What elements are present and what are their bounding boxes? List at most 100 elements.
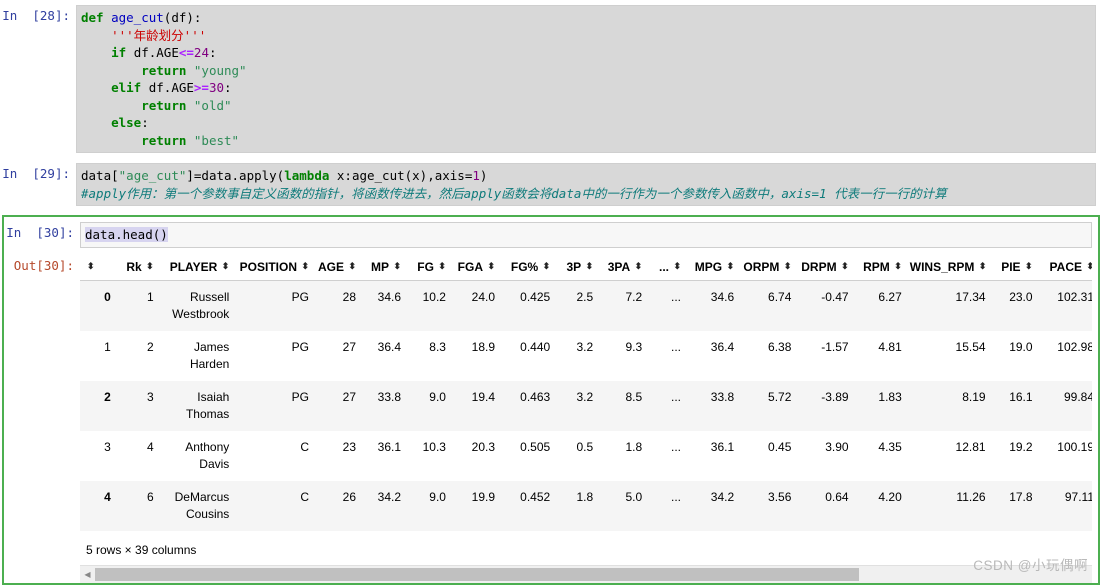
- cell-3pa: 7.2: [597, 280, 647, 331]
- header-col-position[interactable]: POSITION ⬍: [233, 254, 314, 281]
- header-label: FG: [417, 259, 434, 274]
- header-col-fga[interactable]: FGA ⬍: [449, 254, 500, 281]
- cell-wins-rpm: 11.26: [905, 480, 990, 531]
- selected-cell-group[interactable]: In [30]: data.head() Out[30]: ⬍ Rk ⬍ PLA…: [2, 215, 1100, 585]
- cell-fga: 24.0: [449, 280, 500, 331]
- cell-rk: 2: [114, 330, 158, 381]
- header-label: PACE: [1049, 259, 1082, 274]
- header-label: POSITION: [239, 259, 298, 274]
- sort-icon[interactable]: ⬍: [1024, 261, 1033, 271]
- sort-icon[interactable]: ⬍: [437, 261, 446, 271]
- header-label: WINS_RPM: [909, 259, 975, 274]
- header-col-3p[interactable]: 3P ⬍: [554, 254, 598, 281]
- sort-icon[interactable]: ⬍: [220, 261, 230, 271]
- header-col-mp[interactable]: MP ⬍: [360, 254, 405, 281]
- sort-icon[interactable]: ⬍: [633, 261, 643, 271]
- cell-rpm: 4.20: [852, 480, 906, 531]
- notebook-cell-30[interactable]: In [30]: data.head(): [4, 217, 1098, 253]
- header-col-mpg[interactable]: MPG ⬍: [685, 254, 739, 281]
- sort-icon[interactable]: ⬍: [541, 261, 551, 271]
- table-row[interactable]: 4 6 DeMarcus Cousins C 26 34.2 9.0 19.9 …: [80, 480, 1092, 531]
- sort-icon[interactable]: ⬍: [392, 261, 401, 271]
- sort-icon[interactable]: ⬍: [725, 261, 735, 271]
- sort-icon[interactable]: ⬍: [893, 261, 902, 271]
- sort-icon[interactable]: ⬍: [977, 261, 987, 271]
- cell-rk: 3: [114, 380, 158, 431]
- notebook-cell-29[interactable]: In [29]: data["age_cut"]=data.apply(lamb…: [0, 158, 1102, 211]
- header-col-wins-rpm[interactable]: WINS_RPM ⬍: [905, 254, 990, 281]
- dataframe-table: ⬍ Rk ⬍ PLAYER ⬍ POSITION ⬍ AGE ⬍ MP ⬍ FG ⬍ FGA…: [80, 254, 1092, 531]
- cell-3pa: 9.3: [597, 330, 647, 381]
- cell-ellipsis: ...: [646, 380, 685, 431]
- sort-icon[interactable]: ⬍: [1085, 261, 1092, 271]
- header-col-pie[interactable]: PIE ⬍: [989, 254, 1037, 281]
- sort-icon[interactable]: ⬍: [300, 261, 309, 271]
- scrollbar-thumb[interactable]: [95, 567, 860, 581]
- code-editor-28[interactable]: def age_cut(df): '''年龄划分''' if df.AGE<=2…: [76, 5, 1096, 153]
- sort-icon[interactable]: ⬍: [672, 261, 681, 271]
- header-col-pace[interactable]: PACE ⬍: [1036, 254, 1092, 281]
- sort-icon[interactable]: ⬍: [584, 261, 594, 271]
- scroll-left-arrow-icon[interactable]: ◀: [80, 566, 95, 582]
- cell-3p: 3.2: [554, 330, 598, 381]
- cell-fg: 9.0: [405, 480, 450, 531]
- output-prompt-30: Out[30]:: [13, 257, 74, 273]
- header-col-ellipsis[interactable]: ... ⬍: [646, 254, 685, 281]
- cell-drpm: -1.57: [795, 330, 853, 381]
- cell-pace: 102.98: [1036, 330, 1092, 381]
- code-editor-30[interactable]: data.head(): [80, 222, 1092, 248]
- cell-position: PG: [233, 380, 314, 431]
- header-col-fgpct[interactable]: FG% ⬍: [499, 254, 555, 281]
- header-col-fg[interactable]: FG ⬍: [405, 254, 450, 281]
- scrollbar-track[interactable]: [95, 567, 1092, 581]
- cell-mpg: 34.6: [685, 280, 739, 331]
- horizontal-scrollbar[interactable]: ◀: [80, 564, 1092, 583]
- cell-drpm: -3.89: [795, 380, 853, 431]
- cell-mpg: 34.2: [685, 480, 739, 531]
- cell-wins-rpm: 15.54: [905, 330, 990, 381]
- header-label: FGA: [457, 259, 484, 274]
- sort-icon[interactable]: ⬍: [840, 261, 849, 271]
- header-col-3pa[interactable]: 3PA ⬍: [597, 254, 647, 281]
- header-col-age[interactable]: AGE ⬍: [313, 254, 361, 281]
- header-col-drpm[interactable]: DRPM ⬍: [795, 254, 853, 281]
- cell-3p: 0.5: [554, 430, 598, 481]
- cell-player: James Harden: [157, 330, 234, 381]
- table-row[interactable]: 1 2 James Harden PG 27 36.4 8.3 18.9 0.4…: [80, 330, 1092, 381]
- code-content-30: data.head(): [85, 226, 1087, 244]
- header-col-orpm[interactable]: ORPM ⬍: [738, 254, 796, 281]
- header-label: Rk: [126, 259, 142, 274]
- cell-position: PG: [233, 330, 314, 381]
- cell-age: 23: [313, 430, 361, 481]
- sort-icon[interactable]: ⬍: [486, 261, 495, 271]
- code-editor-29[interactable]: data["age_cut"]=data.apply(lambda x:age_…: [76, 163, 1096, 206]
- cell-position: PG: [233, 280, 314, 331]
- sort-icon[interactable]: ⬍: [87, 261, 96, 271]
- header-label: FG%: [510, 259, 539, 274]
- header-label: ...: [658, 259, 669, 274]
- table-row[interactable]: 3 4 Anthony Davis C 23 36.1 10.3 20.3 0.…: [80, 430, 1092, 481]
- table-row[interactable]: 2 3 Isaiah Thomas PG 27 33.8 9.0 19.4 0.…: [80, 380, 1092, 431]
- header-col-rpm[interactable]: RPM ⬍: [852, 254, 906, 281]
- header-index-sorter[interactable]: ⬍: [80, 254, 115, 281]
- sort-icon[interactable]: ⬍: [347, 261, 356, 271]
- cell-wins-rpm: 8.19: [905, 380, 990, 431]
- cell-mp: 34.2: [360, 480, 405, 531]
- cell-mpg: 33.8: [685, 380, 739, 431]
- cell-orpm: 3.56: [738, 480, 796, 531]
- header-col-player[interactable]: PLAYER ⬍: [157, 254, 234, 281]
- table-row[interactable]: 0 1 Russell Westbrook PG 28 34.6 10.2 24…: [80, 280, 1092, 331]
- notebook-cell-28[interactable]: In [28]: def age_cut(df): '''年龄划分''' if …: [0, 0, 1102, 158]
- cell-age: 27: [313, 380, 361, 431]
- cell-wins-rpm: 12.81: [905, 430, 990, 481]
- row-index: 2: [80, 380, 115, 431]
- sort-icon[interactable]: ⬍: [782, 261, 792, 271]
- cell-age: 28: [313, 280, 361, 331]
- sort-icon[interactable]: ⬍: [145, 261, 154, 271]
- cell-ellipsis: ...: [646, 280, 685, 331]
- cell-orpm: 0.45: [738, 430, 796, 481]
- output-area-30: Out[30]: ⬍ Rk ⬍ PLAYER ⬍ POSITION ⬍ AGE …: [4, 253, 1098, 583]
- header-col-rk[interactable]: Rk ⬍: [114, 254, 158, 281]
- cell-pie: 19.2: [989, 430, 1037, 481]
- cell-ellipsis: ...: [646, 480, 685, 531]
